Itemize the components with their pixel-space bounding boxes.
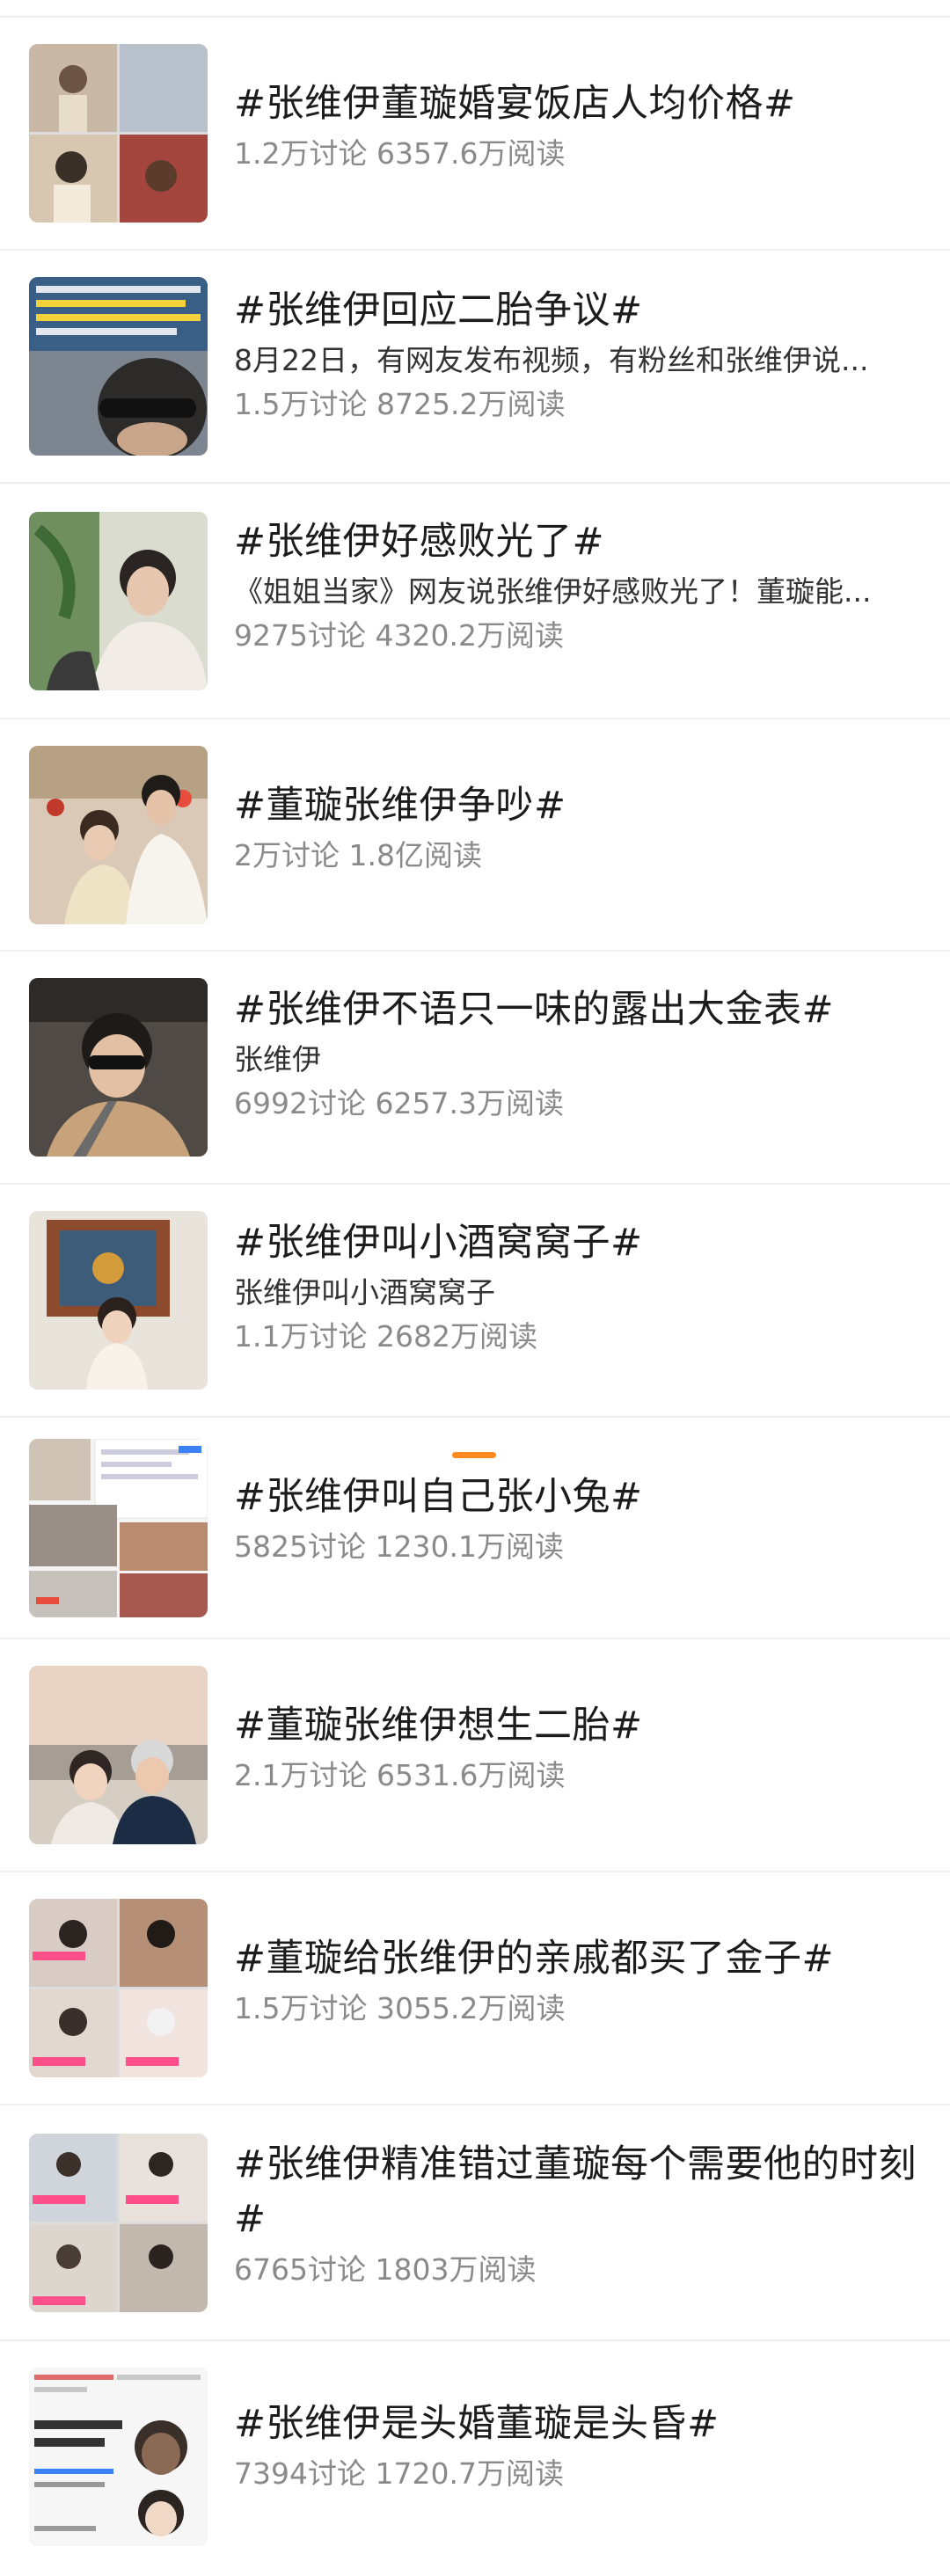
topic-text: #张维伊不语只一味的露出大金表# 张维伊 6992讨论 6257.3万阅读	[234, 983, 922, 1124]
topic-item[interactable]: #张维伊叫小酒窝窝子# 张维伊叫小酒窝窝子 1.1万讨论 2682万阅读	[0, 1185, 950, 1418]
discussion-count: 9275讨论	[234, 618, 366, 653]
topic-title: #张维伊精准错过董璇每个需要他的时刻#	[234, 2142, 917, 2241]
topic-item[interactable]: #张维伊好感败光了# 《姐姐当家》网友说张维伊好感败光了！董璇能... 9275…	[0, 484, 950, 719]
topic-text: #董璇给张维伊的亲戚都买了金子# 1.5万讨论 3055.2万阅读	[234, 1932, 922, 2029]
discussion-count: 2.1万讨论	[234, 1758, 368, 1792]
topic-stats: 1.5万讨论 8725.2万阅读	[234, 384, 922, 425]
scroll-loading-indicator	[452, 1452, 496, 1458]
topic-text: #董璇张维伊想生二胎# 2.1万讨论 6531.6万阅读	[234, 1699, 922, 1796]
topic-title: #张维伊叫小酒窝窝子#	[234, 1221, 643, 1265]
collage-thumbnail-icon	[29, 44, 208, 223]
topic-text: #张维伊是头婚董璇是头昏# 7394讨论 1720.7万阅读	[234, 2397, 922, 2494]
discussion-count: 1.5万讨论	[234, 387, 368, 421]
read-count: 1.8亿阅读	[348, 838, 482, 872]
read-count: 6357.6万阅读	[376, 136, 566, 171]
discussion-count: 6992讨论	[234, 1086, 366, 1120]
topic-item[interactable]: #董璇张维伊想生二胎# 2.1万讨论 6531.6万阅读	[0, 1639, 950, 1872]
topic-item[interactable]: #张维伊董璇婚宴饭店人均价格# 1.2万讨论 6357.6万阅读	[0, 18, 950, 251]
discussion-count: 1.2万讨论	[234, 136, 368, 171]
topic-text: #张维伊回应二胎争议# 8月22日，有网友发布视频，有粉丝和张维伊说... 1.…	[234, 284, 922, 425]
read-count: 6531.6万阅读	[376, 1758, 566, 1792]
read-count: 2682万阅读	[376, 1319, 537, 1354]
topic-stats: 1.2万讨论 6357.6万阅读	[234, 134, 922, 174]
topic-text: #张维伊董璇婚宴饭店人均价格# 1.2万讨论 6357.6万阅读	[234, 77, 922, 174]
collage-thumbnail-icon	[29, 2134, 208, 2312]
topic-summary: 《姐姐当家》网友说张维伊好感败光了！董璇能...	[234, 574, 872, 609]
read-count: 1803万阅读	[375, 2252, 537, 2287]
topic-item[interactable]: #董璇张维伊争吵# 2万讨论 1.8亿阅读	[0, 719, 950, 952]
read-count: 4320.2万阅读	[375, 618, 564, 653]
discussion-count: 6765讨论	[234, 2252, 366, 2287]
topic-item[interactable]: #张维伊叫自己张小兔# 5825讨论 1230.1万阅读	[0, 1418, 950, 1639]
topic-stats: 2.1万讨论 6531.6万阅读	[234, 1755, 922, 1796]
topic-title: #张维伊不语只一味的露出大金表#	[234, 988, 835, 1032]
topic-title: #张维伊好感败光了#	[234, 520, 605, 564]
topic-text: #张维伊好感败光了# 《姐姐当家》网友说张维伊好感败光了！董璇能... 9275…	[234, 515, 922, 656]
topic-title: #董璇张维伊想生二胎#	[234, 1704, 643, 1748]
topic-item[interactable]: #张维伊回应二胎争议# 8月22日，有网友发布视频，有粉丝和张维伊说... 1.…	[0, 251, 950, 484]
topic-title: #张维伊回应二胎争议#	[234, 288, 643, 332]
topic-list: #张维伊董璇婚宴饭店人均价格# 1.2万讨论 6357.6万阅读 #张维伊回应二…	[0, 18, 950, 2565]
video-thumbnail-icon	[29, 277, 208, 456]
topic-text: #张维伊叫小酒窝窝子# 张维伊叫小酒窝窝子 1.1万讨论 2682万阅读	[234, 1216, 922, 1357]
topic-title: #董璇给张维伊的亲戚都买了金子#	[234, 1937, 835, 1981]
topic-stats: 5825讨论 1230.1万阅读	[234, 1527, 922, 1567]
car-selfie-thumbnail-icon	[29, 978, 208, 1157]
topic-title: #张维伊是头婚董璇是头昏#	[234, 2402, 720, 2446]
topic-summary: 张维伊	[234, 1042, 321, 1076]
topic-stats: 9275讨论 4320.2万阅读	[234, 616, 922, 656]
discussion-count: 1.5万讨论	[234, 1991, 368, 2025]
topic-text: #张维伊叫自己张小兔# 5825讨论 1230.1万阅读	[234, 1470, 922, 1567]
discussion-count: 2万讨论	[234, 838, 340, 872]
beach-couple-thumbnail-icon	[29, 1666, 208, 1844]
collage-thumbnail-icon	[29, 1899, 208, 2077]
topic-stats: 6992讨论 6257.3万阅读	[234, 1084, 922, 1124]
topic-stats: 1.1万讨论 2682万阅读	[234, 1317, 922, 1357]
discussion-count: 1.1万讨论	[234, 1319, 368, 1354]
screenshot-collage-thumbnail-icon	[29, 2368, 208, 2546]
discussion-count: 5825讨论	[234, 1529, 366, 1564]
topic-text: #张维伊精准错过董璇每个需要他的时刻# 6765讨论 1803万阅读	[234, 2137, 922, 2290]
topic-title: #张维伊董璇婚宴饭店人均价格#	[234, 82, 796, 126]
topic-title: #张维伊叫自己张小兔#	[234, 1475, 643, 1519]
topic-item[interactable]: #张维伊精准错过董璇每个需要他的时刻# 6765讨论 1803万阅读	[0, 2105, 950, 2341]
topic-stats: 6765讨论 1803万阅读	[234, 2250, 922, 2290]
topic-summary: 8月22日，有网友发布视频，有粉丝和张维伊说...	[234, 343, 869, 377]
read-count: 1720.7万阅读	[375, 2456, 564, 2491]
topic-item[interactable]: #董璇给张维伊的亲戚都买了金子# 1.5万讨论 3055.2万阅读	[0, 1872, 950, 2105]
read-count: 8725.2万阅读	[376, 387, 566, 421]
topic-summary: 张维伊叫小酒窝窝子	[234, 1275, 495, 1310]
topic-item[interactable]: #张维伊是头婚董璇是头昏# 7394讨论 1720.7万阅读	[0, 2341, 950, 2565]
read-count: 6257.3万阅读	[375, 1086, 564, 1120]
portrait-thumbnail-icon	[29, 512, 208, 690]
topic-text: #董璇张维伊争吵# 2万讨论 1.8亿阅读	[234, 779, 922, 876]
wedding-thumbnail-icon	[29, 746, 208, 924]
topic-stats: 7394讨论 1720.7万阅读	[234, 2454, 922, 2494]
topic-item[interactable]: #张维伊不语只一味的露出大金表# 张维伊 6992讨论 6257.3万阅读	[0, 952, 950, 1185]
read-count: 1230.1万阅读	[375, 1529, 564, 1564]
read-count: 3055.2万阅读	[376, 1991, 566, 2025]
topic-title: #董璇张维伊争吵#	[234, 784, 566, 828]
topic-stats: 2万讨论 1.8亿阅读	[234, 836, 922, 876]
discussion-count: 7394讨论	[234, 2456, 366, 2491]
child-thumbnail-icon	[29, 1211, 208, 1390]
topic-stats: 1.5万讨论 3055.2万阅读	[234, 1989, 922, 2029]
screenshot-collage-thumbnail-icon	[29, 1439, 208, 1617]
